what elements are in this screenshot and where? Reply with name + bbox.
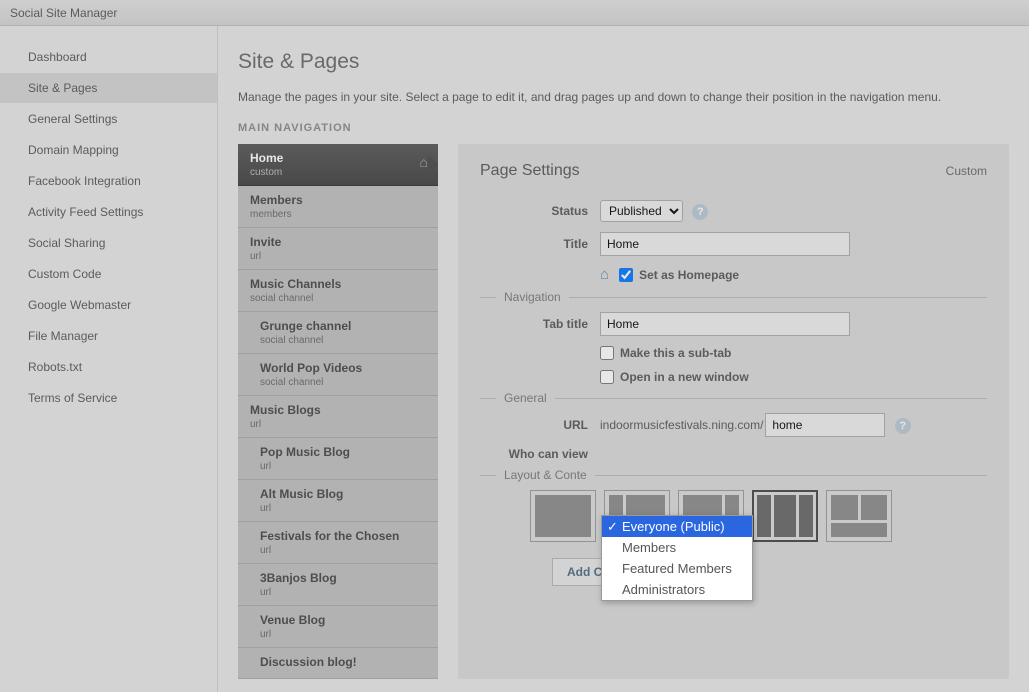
nav-item-sub: social channel (260, 377, 426, 388)
sub-tab-label: Make this a sub-tab (620, 346, 731, 360)
nav-page-item[interactable]: Music Channels social channel (238, 270, 438, 312)
url-label: URL (480, 418, 600, 432)
sub-tab-checkbox[interactable] (600, 346, 614, 360)
nav-item-title: 3Banjos Blog (260, 571, 426, 585)
nav-page-item[interactable]: Pop Music Blog url (238, 438, 438, 480)
nav-page-item[interactable]: World Pop Videos social channel (238, 354, 438, 396)
nav-item-sub: custom (250, 167, 426, 178)
panel-type: Custom (946, 164, 987, 178)
nav-page-item[interactable]: Festivals for the Chosen url (238, 522, 438, 564)
nav-page-item[interactable]: Venue Blog url (238, 606, 438, 648)
layout-option-5[interactable] (826, 490, 892, 542)
nav-item-sub: url (260, 503, 426, 514)
nav-item-sub: url (250, 419, 426, 430)
layout-legend: Layout & Conte (496, 468, 595, 482)
title-label: Title (480, 237, 600, 251)
home-icon: ⌂ (420, 154, 428, 170)
sidebar-item[interactable]: Custom Code (0, 259, 217, 290)
nav-item-sub: url (260, 587, 426, 598)
sidebar-item[interactable]: Site & Pages (0, 73, 217, 104)
sidebar-item[interactable]: Activity Feed Settings (0, 197, 217, 228)
main-navigation-label: MAIN NAVIGATION (238, 122, 1009, 134)
who-can-view-dropdown[interactable]: Everyone (Public)MembersFeatured Members… (601, 515, 753, 601)
nav-page-item[interactable]: Home custom⌂ (238, 144, 438, 186)
dropdown-option[interactable]: Everyone (Public) (602, 516, 752, 537)
nav-item-title: Invite (250, 235, 426, 249)
app-title-bar: Social Site Manager (0, 0, 1029, 26)
nav-item-title: Home (250, 151, 426, 165)
nav-item-sub: social channel (250, 293, 426, 304)
nav-item-title: Music Channels (250, 277, 426, 291)
navigation-legend: Navigation (496, 290, 569, 304)
nav-page-item[interactable]: Music Blogs url (238, 396, 438, 438)
sidebar-item[interactable]: General Settings (0, 104, 217, 135)
sidebar-item[interactable]: Domain Mapping (0, 135, 217, 166)
tab-title-input[interactable] (600, 312, 850, 336)
layout-option-4[interactable] (752, 490, 818, 542)
url-help-icon[interactable]: ? (895, 418, 911, 434)
status-label: Status (480, 204, 600, 218)
new-window-checkbox[interactable] (600, 370, 614, 384)
nav-item-title: Festivals for the Chosen (260, 529, 426, 543)
url-prefix: indoormusicfestivals.ning.com/ (600, 418, 763, 432)
homepage-label: Set as Homepage (639, 268, 739, 282)
sidebar: DashboardSite & PagesGeneral SettingsDom… (0, 26, 218, 692)
nav-page-item[interactable]: 3Banjos Blog url (238, 564, 438, 606)
who-can-view-label: Who can view (480, 447, 600, 461)
nav-item-sub: members (250, 209, 426, 220)
title-input[interactable] (600, 232, 850, 256)
panel-heading: Page Settings (480, 162, 580, 180)
layout-options (530, 490, 987, 542)
nav-page-item[interactable]: Alt Music Blog url (238, 480, 438, 522)
dropdown-option[interactable]: Administrators (602, 579, 752, 600)
sidebar-item[interactable]: Robots.txt (0, 352, 217, 383)
nav-item-title: Discussion blog! (260, 655, 426, 669)
nav-page-item[interactable]: Invite url (238, 228, 438, 270)
status-help-icon[interactable]: ? (692, 204, 708, 220)
nav-item-sub: url (260, 629, 426, 640)
nav-item-sub: url (260, 545, 426, 556)
nav-item-title: Members (250, 193, 426, 207)
nav-item-title: World Pop Videos (260, 361, 426, 375)
nav-item-title: Pop Music Blog (260, 445, 426, 459)
status-select[interactable]: Published (600, 200, 683, 222)
nav-page-item[interactable]: Discussion blog! (238, 648, 438, 679)
nav-page-item[interactable]: Members members (238, 186, 438, 228)
app-title: Social Site Manager (10, 6, 117, 20)
sidebar-item[interactable]: Dashboard (0, 42, 217, 73)
sidebar-item[interactable]: Google Webmaster (0, 290, 217, 321)
nav-item-title: Venue Blog (260, 613, 426, 627)
nav-item-title: Music Blogs (250, 403, 426, 417)
nav-item-sub: social channel (260, 335, 426, 346)
dropdown-option[interactable]: Featured Members (602, 558, 752, 579)
dropdown-option[interactable]: Members (602, 537, 752, 558)
nav-item-title: Alt Music Blog (260, 487, 426, 501)
nav-item-sub: url (250, 251, 426, 262)
page-description: Manage the pages in your site. Select a … (238, 90, 1009, 104)
sidebar-item[interactable]: File Manager (0, 321, 217, 352)
url-input[interactable] (765, 413, 885, 437)
nav-page-item[interactable]: Grunge channel social channel (238, 312, 438, 354)
homepage-checkbox[interactable] (619, 268, 633, 282)
nav-item-sub: url (260, 461, 426, 472)
page-title: Site & Pages (238, 50, 1009, 74)
sidebar-item[interactable]: Terms of Service (0, 383, 217, 414)
new-window-label: Open in a new window (620, 370, 749, 384)
general-legend: General (496, 391, 555, 405)
tab-title-label: Tab title (480, 317, 600, 331)
sidebar-item[interactable]: Facebook Integration (0, 166, 217, 197)
home-icon: ⌂ (600, 266, 609, 283)
nav-item-title: Grunge channel (260, 319, 426, 333)
sidebar-item[interactable]: Social Sharing (0, 228, 217, 259)
layout-option-1[interactable] (530, 490, 596, 542)
page-nav-list: Homecustom⌂MembersmembersInviteurlMusic … (238, 144, 438, 679)
